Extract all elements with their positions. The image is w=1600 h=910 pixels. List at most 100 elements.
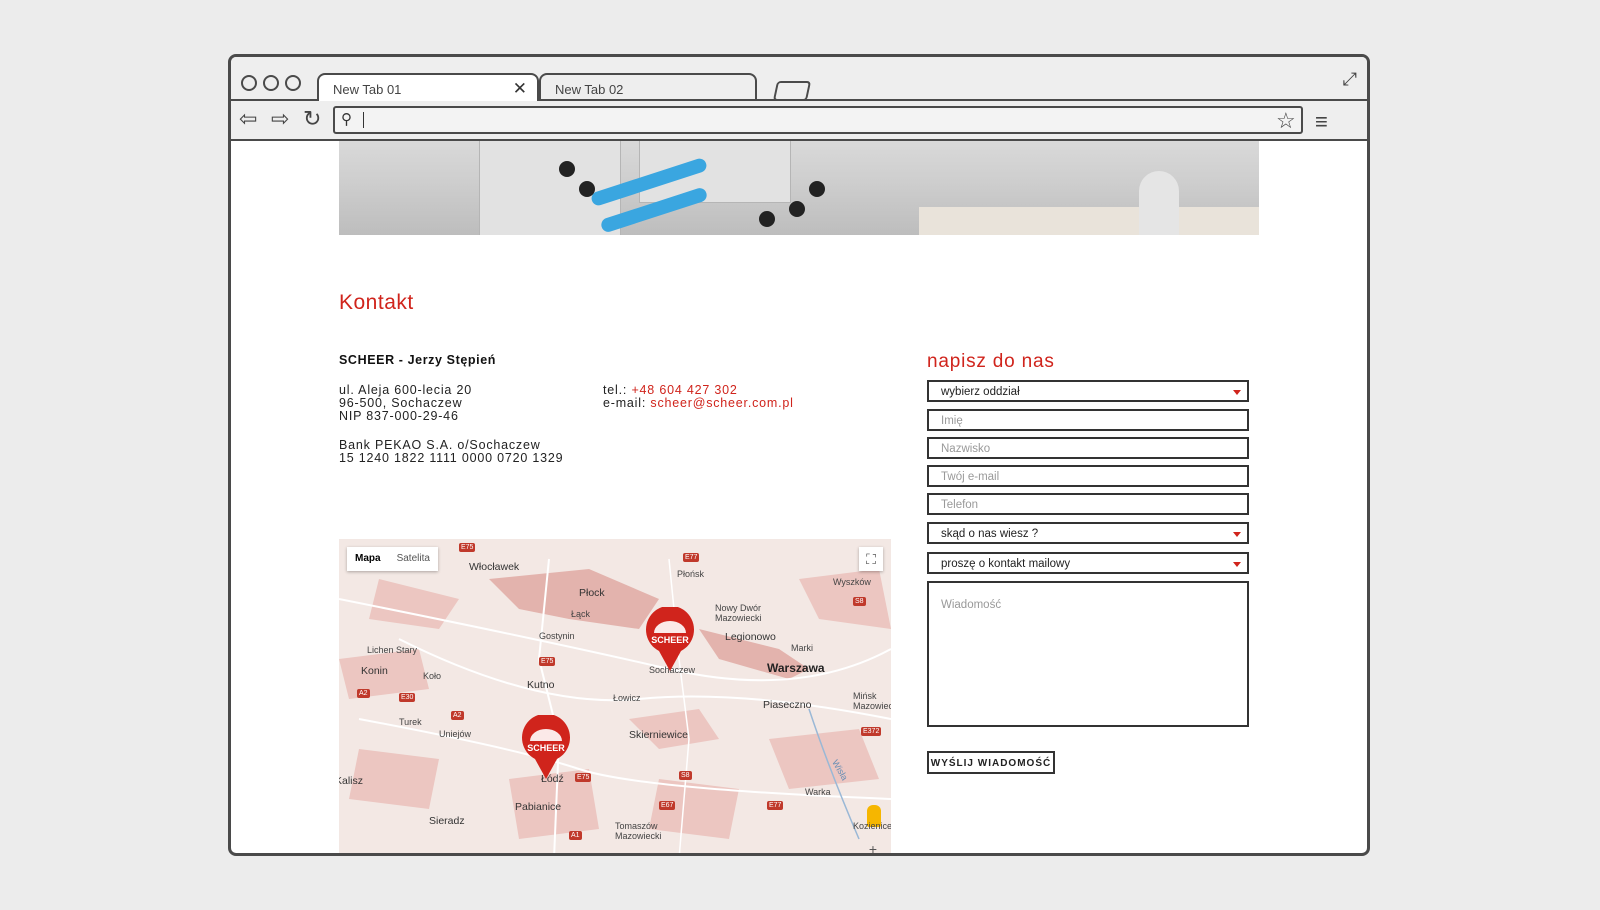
window-close-dot[interactable] [241,75,257,91]
window-maximize-dot[interactable] [285,75,301,91]
knob-shape [809,181,825,197]
knob-shape [759,211,775,227]
tank-shape [479,141,621,235]
zoom-in-icon[interactable]: + [869,841,877,853]
hamburger-menu-icon[interactable]: ≡ [1315,109,1328,135]
tab-label: New Tab 02 [555,82,624,97]
road-badge: E67 [659,801,676,810]
chevron-down-icon [1233,390,1241,395]
email-label: e-mail: [603,396,647,410]
message-textarea[interactable]: Wiadomość [927,581,1249,727]
knob-shape [579,181,595,197]
source-select[interactable]: skąd o nas wiesz ? [927,522,1249,544]
tab-label: New Tab 01 [333,82,402,97]
map-city-label: Warszawa [767,661,825,675]
nip-line: NIP 837-000-29-46 [339,409,459,423]
new-tab-button[interactable] [772,81,812,101]
browser-window: New Tab 01 ✕ New Tab 02 ⤢ ⇦ ⇨ ↻ ⚲ ☆ ≡ Ko… [228,54,1370,856]
email-link[interactable]: scheer@scheer.com.pl [650,396,793,410]
map-city-label: Pabianice [515,801,562,813]
map-city-label: Łąck [571,609,591,619]
road-badge: E372 [861,727,882,736]
road-badge: E75 [459,543,476,552]
map-type-toggle[interactable]: Mapa Satelita [347,547,438,571]
map[interactable]: Mapa Satelita ⛶ + Włocławek Płock Płońsk… [339,539,891,853]
map-pin-icon: SCHEER [646,607,694,671]
bookmark-star-icon[interactable]: ☆ [1276,108,1296,134]
branch-select[interactable]: wybierz oddział [927,380,1249,402]
fullscreen-icon[interactable]: ⛶ [859,547,883,571]
road-badge: S8 [679,771,692,780]
road-badge: E77 [767,801,784,810]
contact-preference-select[interactable]: proszę o kontakt mailowy [927,552,1249,574]
road-badge: A1 [569,831,582,840]
road-badge: E75 [539,657,556,666]
name-field[interactable]: Imię [927,409,1249,431]
bank-account: 15 1240 1822 1111 0000 0720 1329 [339,451,564,465]
map-city-label: Włocławek [469,561,520,573]
knob-shape [559,161,575,177]
marker-logo-text: SCHEER [527,743,565,753]
map-city-label: Tomaszów Mazowiecki [615,821,662,841]
phone-link[interactable]: +48 604 427 302 [631,383,737,397]
map-toggle-map[interactable]: Mapa [347,547,389,571]
email-field[interactable]: Twój e-mail [927,465,1249,487]
search-icon: ⚲ [341,111,352,128]
map-pin-icon: SCHEER [522,715,570,779]
map-city-label: Płońsk [677,569,705,579]
tab-new-tab-01[interactable]: New Tab 01 ✕ [317,73,539,101]
page-content: Kontakt SCHEER - Jerzy Stępień ul. Aleja… [231,141,1367,853]
map-city-label: Skierniewice [629,729,688,741]
map-city-label: Piaseczno [763,699,812,711]
reload-icon[interactable]: ↻ [303,106,321,132]
road-badge: E77 [683,553,700,562]
surname-field[interactable]: Nazwisko [927,437,1249,459]
page-title: Kontakt [339,291,414,314]
browser-toolbar: ⇦ ⇨ ↻ ⚲ ☆ ≡ [231,101,1367,141]
road-badge: E30 [399,693,416,702]
map-city-label: Kozienice [853,821,891,831]
map-city-label: Koło [423,671,442,681]
address-bar[interactable]: ⚲ [333,106,1303,134]
text-cursor [363,112,364,128]
close-tab-icon[interactable]: ✕ [513,79,527,99]
map-city-label: Legionowo [725,631,776,643]
phone-label: tel.: [603,383,628,397]
map-city-label: Gostynin [539,631,575,641]
chevron-down-icon [1233,532,1241,537]
map-city-label: Kalisz [339,775,364,787]
map-city-label: Płock [579,587,605,599]
map-city-label: Uniejów [439,729,472,739]
map-city-label: Kutno [527,679,555,691]
map-city-label: Nowy Dwór Mazowiecki [715,603,762,623]
expand-icon[interactable]: ⤢ [1343,69,1357,90]
phone-field[interactable]: Telefon [927,493,1249,515]
road-badge: S8 [853,597,866,606]
pipe-elbow-shape [1139,171,1179,235]
map-city-label: Łowicz [613,693,641,703]
map-city-label: Mińsk Mazowiecki [853,691,891,711]
map-city-label: Warka [805,787,831,797]
branch-select-value: wybierz oddział [941,386,1020,398]
forward-arrow-icon[interactable]: ⇨ [271,106,289,132]
window-minimize-dot[interactable] [263,75,279,91]
road-badge: A2 [451,711,464,720]
contact-select-value: proszę o kontakt mailowy [941,558,1071,570]
company-name: SCHEER - Jerzy Stępień [339,353,496,367]
send-message-button[interactable]: WYŚLIJ WIADOMOŚĆ [927,751,1055,774]
road-badge: E75 [575,773,592,782]
chevron-down-icon [1233,562,1241,567]
back-arrow-icon[interactable]: ⇦ [239,106,257,132]
board-shape [919,207,1259,235]
tab-new-tab-02[interactable]: New Tab 02 [539,73,757,101]
source-select-value: skąd o nas wiesz ? [941,528,1039,540]
map-city-label: Sieradz [429,815,465,827]
scheer-map-marker[interactable]: SCHEER [645,607,695,673]
form-title: napisz do nas [927,351,1055,372]
email-line: e-mail: scheer@scheer.com.pl [603,397,794,410]
marker-logo-text: SCHEER [651,635,689,645]
map-city-label: Turek [399,717,422,727]
scheer-map-marker[interactable]: SCHEER [521,715,571,781]
map-toggle-satellite[interactable]: Satelita [389,547,438,571]
hero-image [339,141,1259,235]
